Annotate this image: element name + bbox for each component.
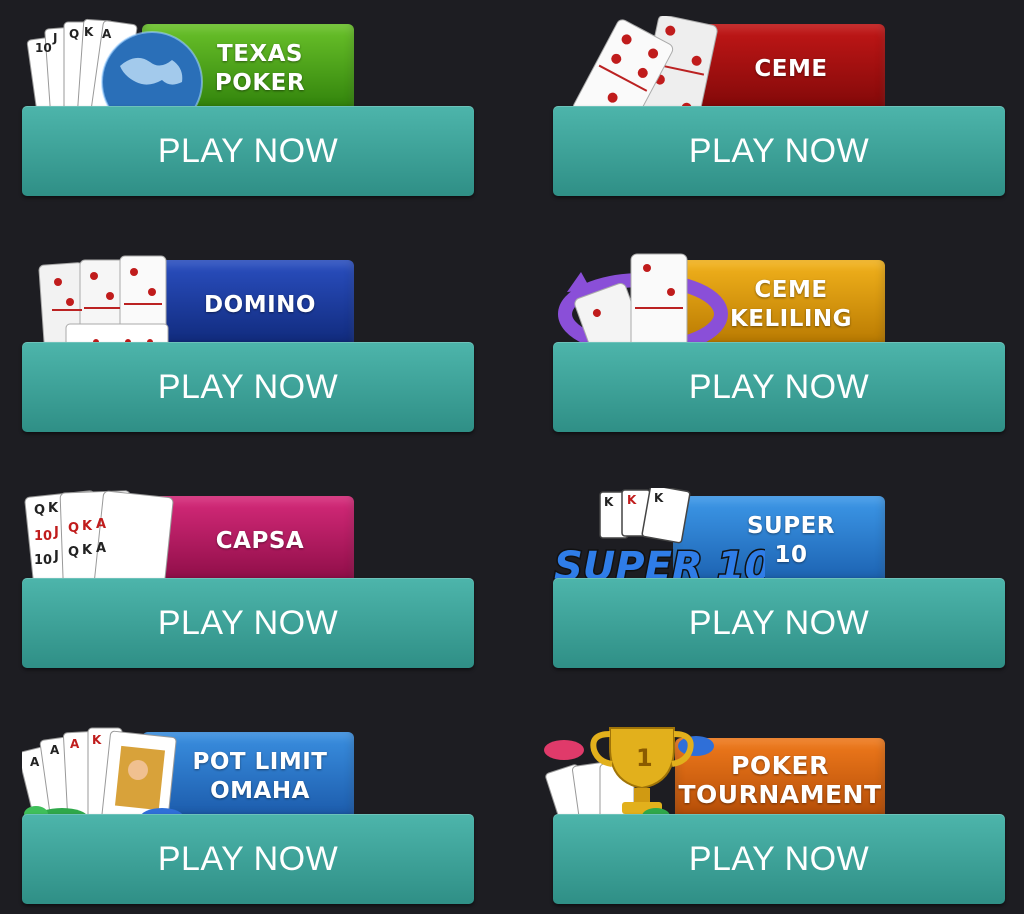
game-tile-poker-tournament[interactable]: POKER TOURNAMENT 1 PLAY NOW (544, 724, 1005, 914)
game-title-line: POKER (731, 751, 829, 780)
game-tile-capsa[interactable]: CAPSA QK 10 J Q K A 10 J Q K A PLAY NOW (22, 488, 474, 678)
play-now-button[interactable]: PLAY NOW (22, 814, 474, 904)
svg-text:10: 10 (35, 41, 52, 55)
svg-text:1: 1 (636, 744, 653, 772)
domino-rotate-icon (558, 253, 728, 352)
svg-text:Q: Q (34, 503, 45, 518)
game-tile-texas-poker[interactable]: TEXAS POKER 10 J Q K A PLAY NOW (22, 16, 474, 206)
svg-text:K: K (654, 491, 664, 505)
play-now-button[interactable]: PLAY NOW (553, 814, 1005, 904)
svg-text:J: J (53, 525, 59, 540)
svg-text:10: 10 (34, 529, 52, 544)
svg-text:Q: Q (68, 521, 79, 536)
svg-text:J: J (53, 549, 59, 564)
svg-text:A: A (70, 737, 80, 751)
svg-text:A: A (96, 517, 106, 532)
game-tile-super-10[interactable]: SUPER 10 KKK SUPER 10 PLAY NOW (553, 488, 1005, 678)
svg-text:K: K (84, 25, 94, 39)
super10-logo-icon: KKK SUPER 10 (553, 488, 765, 588)
play-now-button[interactable]: PLAY NOW (553, 342, 1005, 432)
game-tile-ceme[interactable]: CEME PLAY NOW (553, 16, 1005, 206)
svg-text:J: J (52, 31, 57, 45)
cards-fan-icon: QK 10 J Q K A 10 J Q K A (24, 490, 174, 588)
cards-chips-icon: AA A K (22, 727, 184, 824)
domino-icon (572, 16, 718, 116)
game-tile-domino[interactable]: DOMINO PLAY NOW (22, 252, 474, 442)
svg-text:K: K (604, 495, 614, 509)
svg-text:A: A (96, 541, 106, 556)
play-now-button[interactable]: PLAY NOW (22, 342, 474, 432)
svg-text:10: 10 (34, 553, 52, 568)
play-now-button[interactable]: PLAY NOW (22, 578, 474, 668)
play-now-button[interactable]: PLAY NOW (22, 106, 474, 196)
svg-text:A: A (50, 743, 60, 757)
svg-text:K: K (82, 543, 93, 558)
game-tile-ceme-keliling[interactable]: CEME KELILING PLAY NOW (553, 252, 1005, 442)
play-now-button[interactable]: PLAY NOW (553, 578, 1005, 668)
svg-text:Q: Q (68, 545, 79, 560)
dominoes-icon (38, 255, 169, 352)
svg-text:A: A (30, 755, 40, 769)
svg-text:K: K (627, 493, 637, 507)
game-title-line: CEME (754, 55, 828, 82)
svg-text:K: K (48, 501, 59, 516)
game-tile-pot-limit-omaha[interactable]: POT LIMIT OMAHA AAAK PLAY NOW (22, 724, 474, 914)
svg-text:A: A (102, 27, 112, 41)
svg-text:K: K (82, 519, 93, 534)
game-title-line: CEME (754, 277, 828, 303)
svg-text:K: K (92, 733, 102, 747)
trophy-icon: 1 (544, 727, 714, 824)
svg-text:Q: Q (69, 27, 79, 41)
cards-globe-icon: 10J Q K A (26, 18, 203, 116)
play-now-button[interactable]: PLAY NOW (553, 106, 1005, 196)
